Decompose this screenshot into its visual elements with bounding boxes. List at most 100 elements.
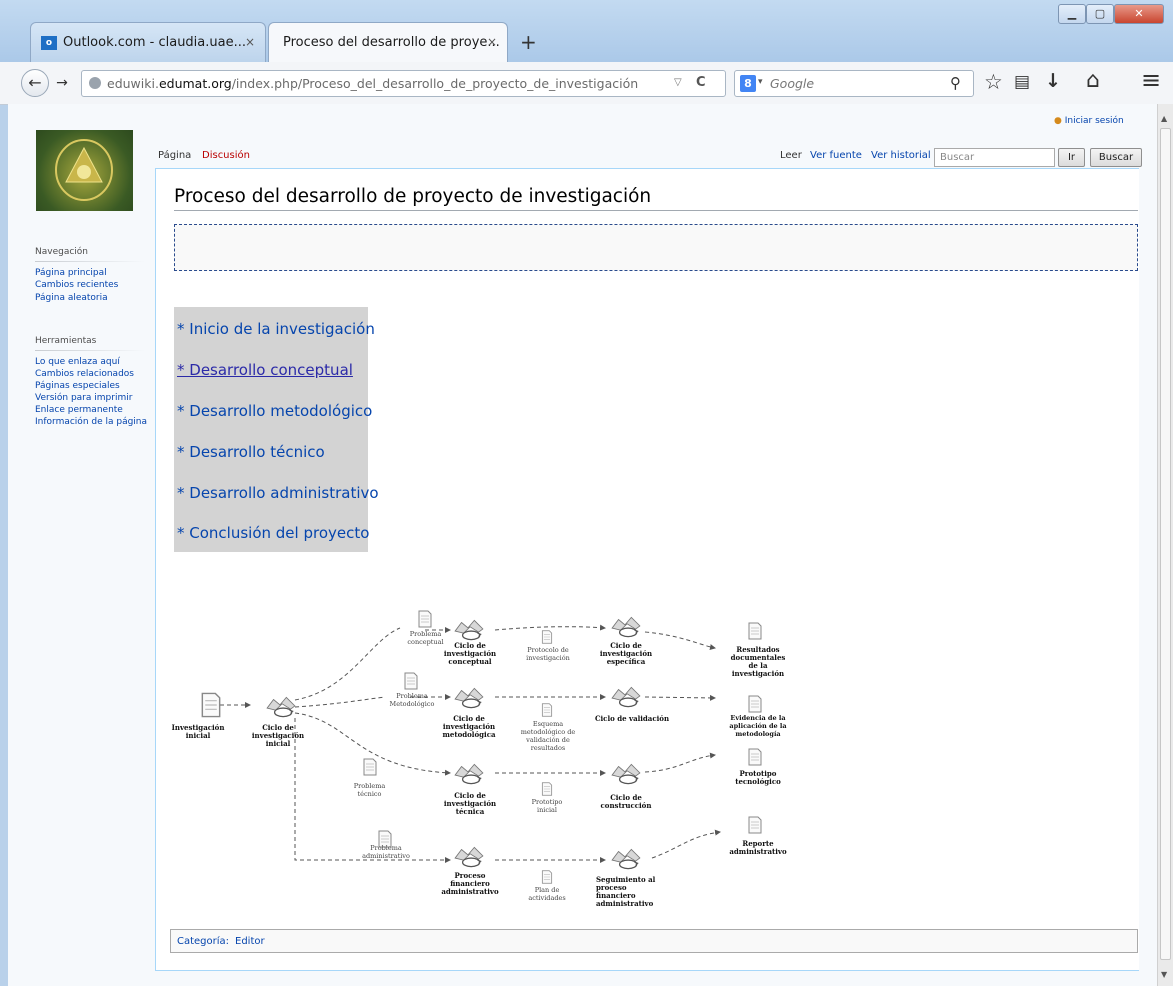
category-label[interactable]: Categoría: — [177, 936, 229, 947]
label-ciclo-metodologica: Ciclo de investigación metodológica — [442, 714, 496, 739]
close-tab-icon[interactable]: × — [245, 35, 255, 49]
link-desarrollo-tecnico[interactable]: * Desarrollo técnico — [177, 443, 325, 461]
sidebar-item-pagina-principal[interactable]: Página principal — [35, 268, 107, 278]
doc-icon — [541, 782, 553, 796]
cycle-icon — [266, 696, 296, 718]
label-protocolo: Protocolo de investigación — [526, 646, 570, 662]
close-window-button[interactable]: ✕ — [1114, 4, 1164, 24]
cycle-icon — [454, 619, 484, 641]
label-ciclo-especifica: Ciclo de investigación específica — [599, 641, 653, 666]
scrollbar-thumb[interactable] — [1160, 128, 1171, 960]
sidebar-item-cambios-relacionados[interactable]: Cambios relacionados — [35, 369, 134, 379]
tab-proceso[interactable]: Proceso del desarrollo de proye... × — [268, 22, 508, 62]
home-icon[interactable]: ⌂ — [1086, 68, 1100, 93]
label-problema-tecnico: Problema técnico — [353, 782, 386, 798]
doc-icon — [748, 695, 762, 713]
sidebar-item-version-imprimir[interactable]: Versión para imprimir — [35, 393, 132, 403]
category-box: Categoría: Editor — [170, 929, 1138, 953]
search-icon[interactable]: ⚲ — [950, 74, 961, 92]
globe-icon — [89, 77, 101, 89]
reload-icon[interactable]: C — [696, 75, 706, 90]
search-bar[interactable]: 8 ▾ Google ⚲ — [734, 70, 974, 97]
sidebar-item-pagina-aleatoria[interactable]: Página aleatoria — [35, 293, 108, 303]
forward-icon: → — [56, 75, 68, 91]
sidebar-divider — [35, 350, 145, 351]
scroll-up-icon[interactable]: ▲ — [1161, 114, 1167, 123]
sidebar-item-informacion-pagina[interactable]: Información de la página — [35, 417, 147, 427]
link-desarrollo-metodologico[interactable]: * Desarrollo metodológico — [177, 402, 372, 420]
user-icon: ● — [1054, 116, 1062, 126]
site-logo[interactable] — [36, 130, 133, 211]
new-tab-button[interactable]: + — [520, 30, 537, 54]
back-button[interactable]: ← — [21, 69, 49, 97]
tab-label: Proceso del desarrollo de proye... — [283, 35, 500, 50]
link-inicio[interactable]: * Inicio de la investigación — [177, 320, 375, 338]
label-proceso-financiero: Proceso financiero administrativo — [441, 871, 499, 896]
sidebar-item-enlace-permanente[interactable]: Enlace permanente — [35, 405, 123, 415]
link-desarrollo-administrativo[interactable]: * Desarrollo administrativo — [177, 484, 379, 502]
link-desarrollo-conceptual[interactable]: * Desarrollo conceptual — [177, 361, 353, 379]
page-title: Proceso del desarrollo de proyecto de in… — [174, 186, 652, 207]
minimize-button[interactable]: ▁ — [1058, 4, 1086, 24]
tab-leer[interactable]: Leer — [780, 150, 802, 161]
label-ciclo-inicial: Ciclo de investigación inicial — [251, 723, 305, 748]
label-investigacion-inicial: Investigación inicial — [171, 723, 225, 740]
sidebar-divider — [35, 261, 145, 262]
sidebar-item-paginas-especiales[interactable]: Páginas especiales — [35, 381, 120, 391]
doc-icon — [201, 692, 221, 718]
cycle-icon — [611, 686, 641, 708]
cycle-icon — [454, 763, 484, 785]
doc-icon — [541, 703, 553, 717]
close-tab-icon[interactable]: × — [487, 35, 497, 49]
label-ciclo-tecnica: Ciclo de investigación técnica — [443, 791, 497, 816]
sidebar-nav-heading: Navegación — [35, 247, 88, 257]
process-diagram: Investigación inicial Ciclo de investigac… — [160, 600, 820, 920]
category-link-editor[interactable]: Editor — [235, 936, 265, 947]
doc-icon — [404, 672, 418, 690]
label-plan-actividades: Plan de actividades — [528, 886, 566, 902]
menu-icon[interactable]: ≡ — [1141, 66, 1161, 94]
tab-discusion[interactable]: Discusión — [202, 150, 250, 161]
label-problema-metodologico: Problema Metodológico — [389, 692, 435, 708]
reading-list-icon[interactable]: ▤ — [1014, 72, 1030, 92]
tab-ver-historial[interactable]: Ver historial — [871, 150, 931, 161]
bookmark-star-icon[interactable]: ☆ — [984, 70, 1003, 94]
cycle-icon — [454, 846, 484, 868]
cycle-icon — [611, 763, 641, 785]
google-engine-icon[interactable]: 8 — [740, 75, 756, 92]
go-button[interactable]: Ir — [1058, 148, 1085, 167]
label-evidencia: Evidencia de la aplicación de la metodolog… — [729, 714, 787, 738]
sidebar-item-lo-que-enlaza[interactable]: Lo que enlaza aquí — [35, 357, 120, 367]
logo-seal-icon — [55, 139, 113, 201]
sidebar-tools-heading: Herramientas — [35, 336, 97, 346]
tab-pagina[interactable]: Página — [158, 150, 191, 161]
download-icon[interactable]: ↓ — [1045, 70, 1061, 92]
label-ciclo-conceptual: Ciclo de investigación conceptual — [443, 641, 497, 666]
url-dropdown-icon[interactable]: ▽ — [674, 77, 682, 88]
maximize-button[interactable]: ▢ — [1086, 4, 1114, 24]
login-link[interactable]: ● Iniciar sesión — [1054, 116, 1124, 126]
sidebar-item-cambios-recientes[interactable]: Cambios recientes — [35, 280, 118, 290]
cycle-icon — [611, 848, 641, 870]
tab-ver-fuente[interactable]: Ver fuente — [810, 150, 862, 161]
wiki-search-input[interactable]: Buscar — [934, 148, 1055, 167]
forward-button[interactable]: → — [52, 74, 72, 94]
link-conclusion[interactable]: * Conclusión del proyecto — [177, 524, 369, 542]
scroll-down-icon[interactable]: ▼ — [1161, 970, 1167, 979]
label-reporte: Reporte administrativo — [729, 839, 787, 856]
label-prototipo-tecnologico: Prototipo tecnológico — [735, 769, 781, 786]
cycle-icon — [454, 687, 484, 709]
label-ciclo-validacion: Ciclo de validación — [594, 714, 670, 723]
tab-outlook[interactable]: o Outlook.com - claudia.uae... × — [30, 22, 266, 62]
outlook-icon: o — [41, 35, 57, 50]
label-problema-administrativo: Problema administrativo — [362, 844, 410, 860]
search-button[interactable]: Buscar — [1090, 148, 1142, 167]
search-placeholder: Google — [770, 76, 815, 91]
label-esquema: Esquema metodológico de validación de resul… — [520, 720, 576, 752]
doc-icon — [541, 630, 553, 644]
scrollbar[interactable]: ▲ ▼ — [1157, 104, 1173, 986]
url-bar[interactable]: eduwiki.edumat.org/index.php/Proceso_del… — [81, 70, 726, 97]
title-underline — [174, 210, 1138, 211]
url-text: eduwiki.edumat.org/index.php/Proceso_del… — [107, 76, 639, 91]
engine-dropdown-icon[interactable]: ▾ — [758, 77, 763, 87]
